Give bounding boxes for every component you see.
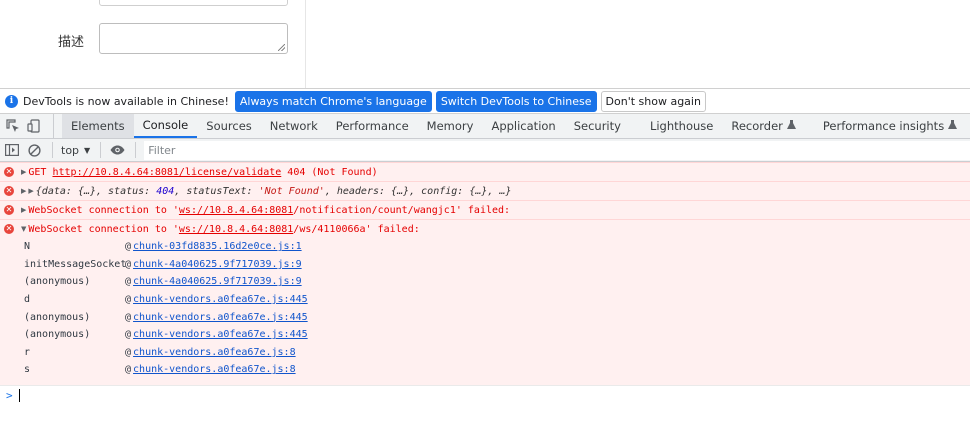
tab-console[interactable]: Console — [133, 114, 198, 138]
page-content-area: 描述 — [0, 0, 970, 88]
dropdown-arrow-icon: ▼ — [84, 145, 91, 155]
request-status: 404 (Not Found) — [287, 166, 378, 178]
language-infobar: i DevTools is now available in Chinese! … — [0, 88, 970, 114]
tab-recorder[interactable]: Recorder — [722, 114, 814, 138]
stack-frame: (anonymous) @ chunk-vendors.a0fea67e.js:44… — [24, 311, 308, 323]
devtools-tabbar: Elements Console Sources Network Perform… — [0, 114, 970, 139]
stack-trace: N @ chunk-03fd8835.16d2e0ce.js:1 initMessa… — [0, 238, 970, 385]
live-expression-eye-icon[interactable] — [109, 142, 125, 158]
toolbar-divider — [52, 142, 53, 158]
stack-frame: N @ chunk-03fd8835.16d2e0ce.js:1 — [24, 241, 302, 253]
experiment-beaker-icon — [948, 119, 958, 133]
tab-security[interactable]: Security — [565, 114, 641, 138]
tab-recorder-label: Recorder — [731, 119, 783, 133]
source-link[interactable]: chunk-vendors.a0fea67e.js:8 — [133, 364, 296, 375]
console-prompt[interactable]: > — [0, 384, 970, 405]
resize-grip-icon[interactable] — [278, 44, 285, 51]
websocket-url-link[interactable]: ws://10.8.4.64:8081 — [179, 205, 293, 216]
console-error-message[interactable]: ✕ ▶ ▶ {data: {…}, status: 404, statusTex… — [0, 181, 970, 200]
expand-triangle-icon[interactable]: ▶ — [21, 206, 26, 214]
source-link[interactable]: chunk-4a040625.9f717039.js:9 — [133, 259, 302, 270]
stack-frame: d @ chunk-vendors.a0fea67e.js:445 — [24, 294, 308, 306]
error-icon: ✕ — [4, 224, 14, 234]
source-link[interactable]: chunk-vendors.a0fea67e.js:8 — [133, 347, 296, 358]
context-selector-value: top — [61, 143, 80, 157]
object-preview[interactable]: {data: {…}, status: 404, statusText: 'No… — [36, 186, 512, 197]
collapse-triangle-icon[interactable]: ▼ — [21, 225, 26, 233]
tab-memory[interactable]: Memory — [418, 114, 483, 138]
toolbar-divider — [100, 142, 102, 158]
infobar-message: DevTools is now available in Chinese! — [23, 94, 229, 108]
websocket-error-text: WebSocket connection to 'ws://10.8.4.64:… — [28, 204, 511, 216]
experiment-beaker-icon — [786, 119, 796, 133]
context-selector[interactable]: top ▼ — [61, 144, 90, 157]
tab-performance-insights[interactable]: Performance insights — [814, 114, 966, 138]
expand-triangle-icon[interactable]: ▶ — [21, 168, 26, 176]
tab-elements[interactable]: Elements — [62, 114, 134, 138]
filter-placeholder: Filter — [148, 143, 176, 157]
error-icon: ✕ — [4, 167, 14, 177]
dont-show-again-button[interactable]: Don't show again — [600, 90, 706, 112]
clear-console-icon[interactable] — [26, 142, 42, 158]
expand-object-triangle-icon[interactable]: ▶ — [28, 187, 33, 195]
console-error-message[interactable]: ✕ ▶ WebSocket connection to 'ws://10.8.4… — [0, 200, 970, 219]
error-icon: ✕ — [4, 186, 14, 196]
console-toolbar: top ▼ Filter — [0, 139, 970, 162]
text-caret — [18, 388, 20, 402]
source-link[interactable]: chunk-4a040625.9f717039.js:9 — [133, 276, 302, 287]
request-method: GET — [28, 166, 47, 178]
description-textarea[interactable] — [99, 23, 288, 54]
stack-frame: r @ chunk-vendors.a0fea67e.js:8 — [24, 346, 296, 358]
console-messages: ✕ ▶ GET http://10.8.4.64:8081/license/va… — [0, 162, 970, 427]
tab-lighthouse[interactable]: Lighthouse — [641, 114, 722, 138]
source-link[interactable]: chunk-vendors.a0fea67e.js:445 — [133, 312, 308, 323]
stack-frame: initMessageSocket @ chunk-4a040625.9f71703… — [24, 258, 302, 270]
stack-frame: s @ chunk-vendors.a0fea67e.js:8 — [24, 364, 296, 376]
tab-sources[interactable]: Sources — [197, 114, 261, 138]
request-url-link[interactable]: http://10.8.4.64:8081/license/validate — [52, 167, 281, 178]
form-divider — [305, 0, 306, 88]
tab-performance[interactable]: Performance — [327, 114, 418, 138]
console-error-message[interactable]: ✕ ▶ GET http://10.8.4.64:8081/license/va… — [0, 162, 970, 181]
tool-icons — [0, 114, 54, 138]
websocket-error-text: WebSocket connection to 'ws://10.8.4.64:… — [28, 223, 420, 235]
info-icon: i — [5, 94, 18, 108]
source-link[interactable]: chunk-vendors.a0fea67e.js:445 — [133, 294, 308, 305]
console-error-message-expanded[interactable]: ✕ ▼ WebSocket connection to 'ws://10.8.4… — [0, 219, 970, 385]
inspect-element-icon[interactable] — [5, 118, 21, 134]
sidebar-toggle-icon[interactable] — [4, 142, 20, 158]
source-link[interactable]: chunk-vendors.a0fea67e.js:445 — [133, 329, 308, 340]
error-icon: ✕ — [4, 205, 14, 215]
switch-to-chinese-button[interactable]: Switch DevTools to Chinese — [435, 90, 597, 112]
description-label: 描述 — [58, 35, 85, 50]
filter-input[interactable]: Filter — [144, 140, 970, 160]
tab-performance-insights-label: Performance insights — [822, 119, 945, 133]
stack-frame: (anonymous) @ chunk-4a040625.9f717039.js:9 — [24, 276, 302, 288]
prompt-chevron-icon: > — [6, 388, 13, 402]
device-toolbar-icon[interactable] — [26, 118, 42, 134]
top-text-input[interactable] — [99, 0, 288, 6]
tab-application[interactable]: Application — [482, 114, 564, 138]
stack-frame: (anonymous) @ chunk-vendors.a0fea67e.js:44… — [24, 329, 308, 341]
expand-triangle-icon[interactable]: ▶ — [21, 187, 26, 195]
tab-network[interactable]: Network — [261, 114, 327, 138]
always-match-language-button[interactable]: Always match Chrome's language — [234, 90, 432, 112]
source-link[interactable]: chunk-03fd8835.16d2e0ce.js:1 — [133, 241, 302, 252]
websocket-url-link[interactable]: ws://10.8.4.64:8081 — [179, 224, 293, 235]
toolbar-divider — [135, 142, 137, 158]
